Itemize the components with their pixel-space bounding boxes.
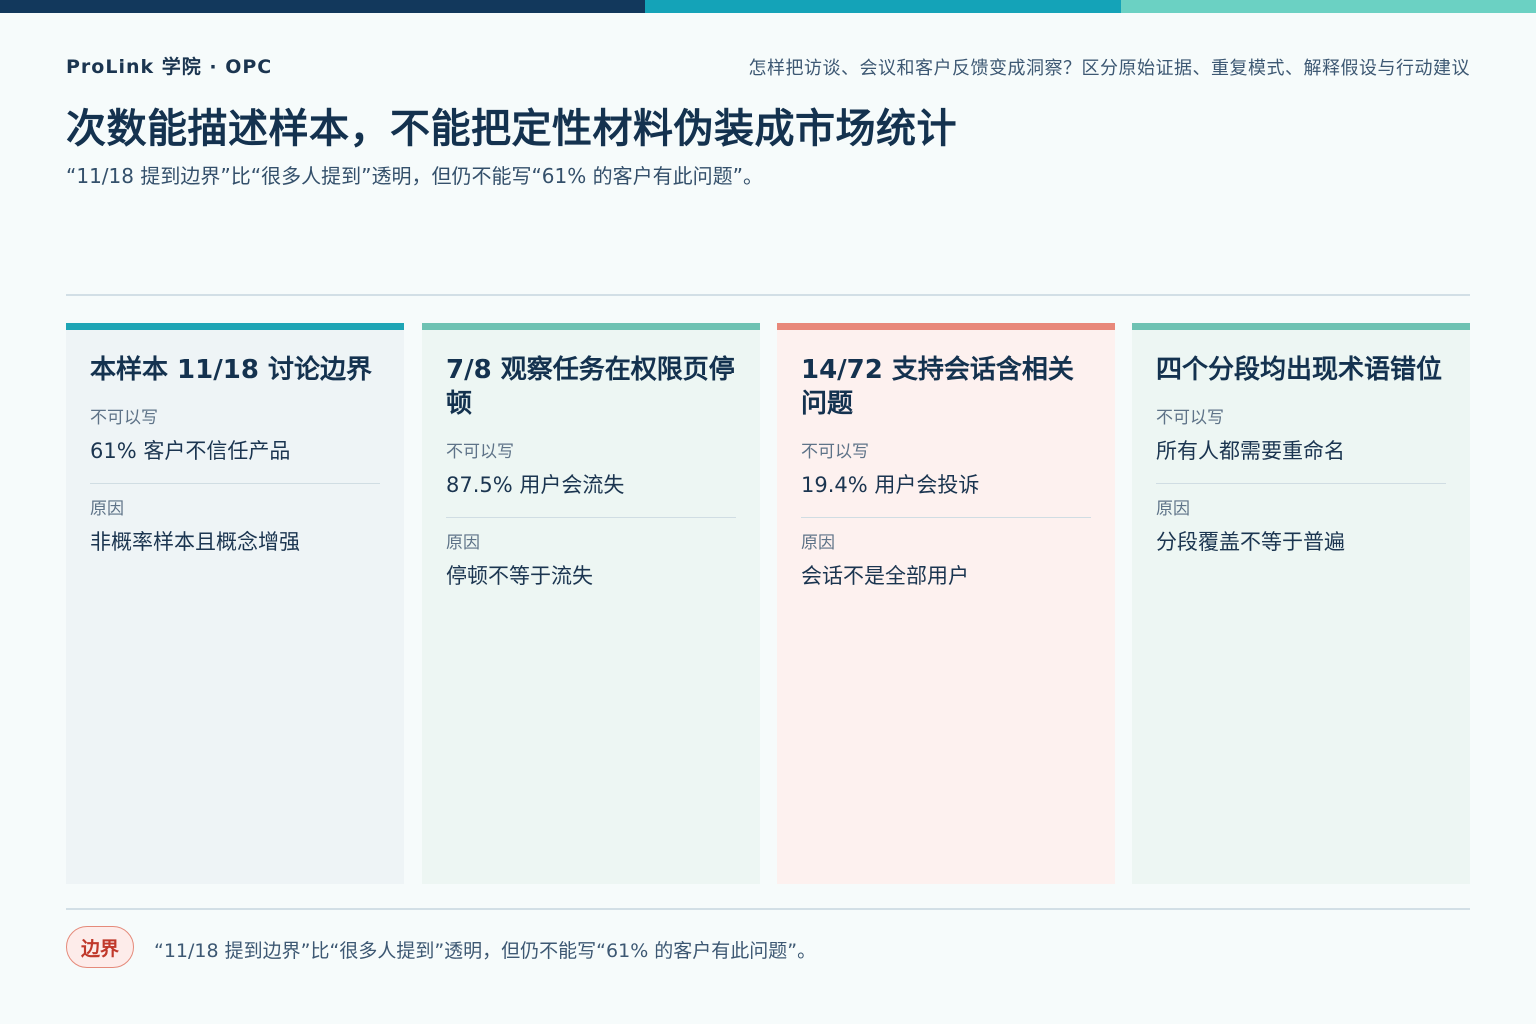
card-row: 本样本 11/18 讨论边界 不可以写 61% 客户不信任产品 原因 非概率样本… <box>66 323 1470 884</box>
header-question: 怎样把访谈、会议和客户反馈变成洞察？区分原始证据、重复模式、解释假设与行动建议 <box>748 58 1470 79</box>
page-title: 次数能描述样本，不能把定性材料伪装成市场统计 <box>66 106 957 152</box>
card-separator <box>90 483 380 484</box>
card-separator <box>801 517 1091 518</box>
cannot-write-value: 19.4% 用户会投诉 <box>801 473 980 497</box>
footer-note: 边界 “11/18 提到边界”比“很多人提到”透明，但仍不能写“61% 的客户有… <box>66 926 1470 970</box>
top-accent-segment-3 <box>1121 0 1536 13</box>
reason-label: 原因 <box>801 533 835 553</box>
footer-text: “11/18 提到边界”比“很多人提到”透明，但仍不能写“61% 的客户有此问题… <box>154 940 817 962</box>
card-2: 7/8 观察任务在权限页停顿 不可以写 87.5% 用户会流失 原因 停顿不等于… <box>422 323 760 884</box>
card-title: 14/72 支持会话含相关问题 <box>801 355 1074 419</box>
card-3: 14/72 支持会话含相关问题 不可以写 19.4% 用户会投诉 原因 会话不是… <box>777 323 1115 884</box>
cannot-write-label: 不可以写 <box>90 408 158 428</box>
header-row: ProLink 学院 · OPC 怎样把访谈、会议和客户反馈变成洞察？区分原始证… <box>66 52 1470 80</box>
card-title: 本样本 11/18 讨论边界 <box>90 355 372 385</box>
bottom-divider <box>66 908 1470 910</box>
card-accent-bar <box>422 323 760 330</box>
reason-label: 原因 <box>1156 499 1190 519</box>
cannot-write-value: 61% 客户不信任产品 <box>90 439 291 463</box>
card-title: 7/8 观察任务在权限页停顿 <box>446 355 735 419</box>
top-accent-bar <box>0 0 1536 13</box>
top-divider <box>66 294 1470 296</box>
cannot-write-value: 所有人都需要重命名 <box>1156 439 1345 463</box>
reason-label: 原因 <box>90 499 124 519</box>
card-separator <box>446 517 736 518</box>
brand-label: ProLink 学院 · OPC <box>66 56 273 78</box>
reason-value: 停顿不等于流失 <box>446 564 593 588</box>
reason-value: 会话不是全部用户 <box>801 564 969 588</box>
top-accent-segment-1 <box>0 0 645 13</box>
reason-value: 非概率样本且概念增强 <box>90 530 300 554</box>
cannot-write-label: 不可以写 <box>801 442 869 462</box>
reason-label: 原因 <box>446 533 480 553</box>
reason-value: 分段覆盖不等于普遍 <box>1156 530 1345 554</box>
top-accent-segment-2 <box>645 0 1121 13</box>
card-accent-bar <box>777 323 1115 330</box>
boundary-badge: 边界 <box>66 926 134 968</box>
card-accent-bar <box>1132 323 1470 330</box>
card-accent-bar <box>66 323 404 330</box>
cannot-write-label: 不可以写 <box>446 442 514 462</box>
cannot-write-label: 不可以写 <box>1156 408 1224 428</box>
card-title: 四个分段均出现术语错位 <box>1156 355 1443 385</box>
card-4: 四个分段均出现术语错位 不可以写 所有人都需要重命名 原因 分段覆盖不等于普遍 <box>1132 323 1470 884</box>
card-1: 本样本 11/18 讨论边界 不可以写 61% 客户不信任产品 原因 非概率样本… <box>66 323 404 884</box>
page-subtitle: “11/18 提到边界”比“很多人提到”透明，但仍不能写“61% 的客户有此问题… <box>66 164 763 188</box>
card-separator <box>1156 483 1446 484</box>
cannot-write-value: 87.5% 用户会流失 <box>446 473 625 497</box>
